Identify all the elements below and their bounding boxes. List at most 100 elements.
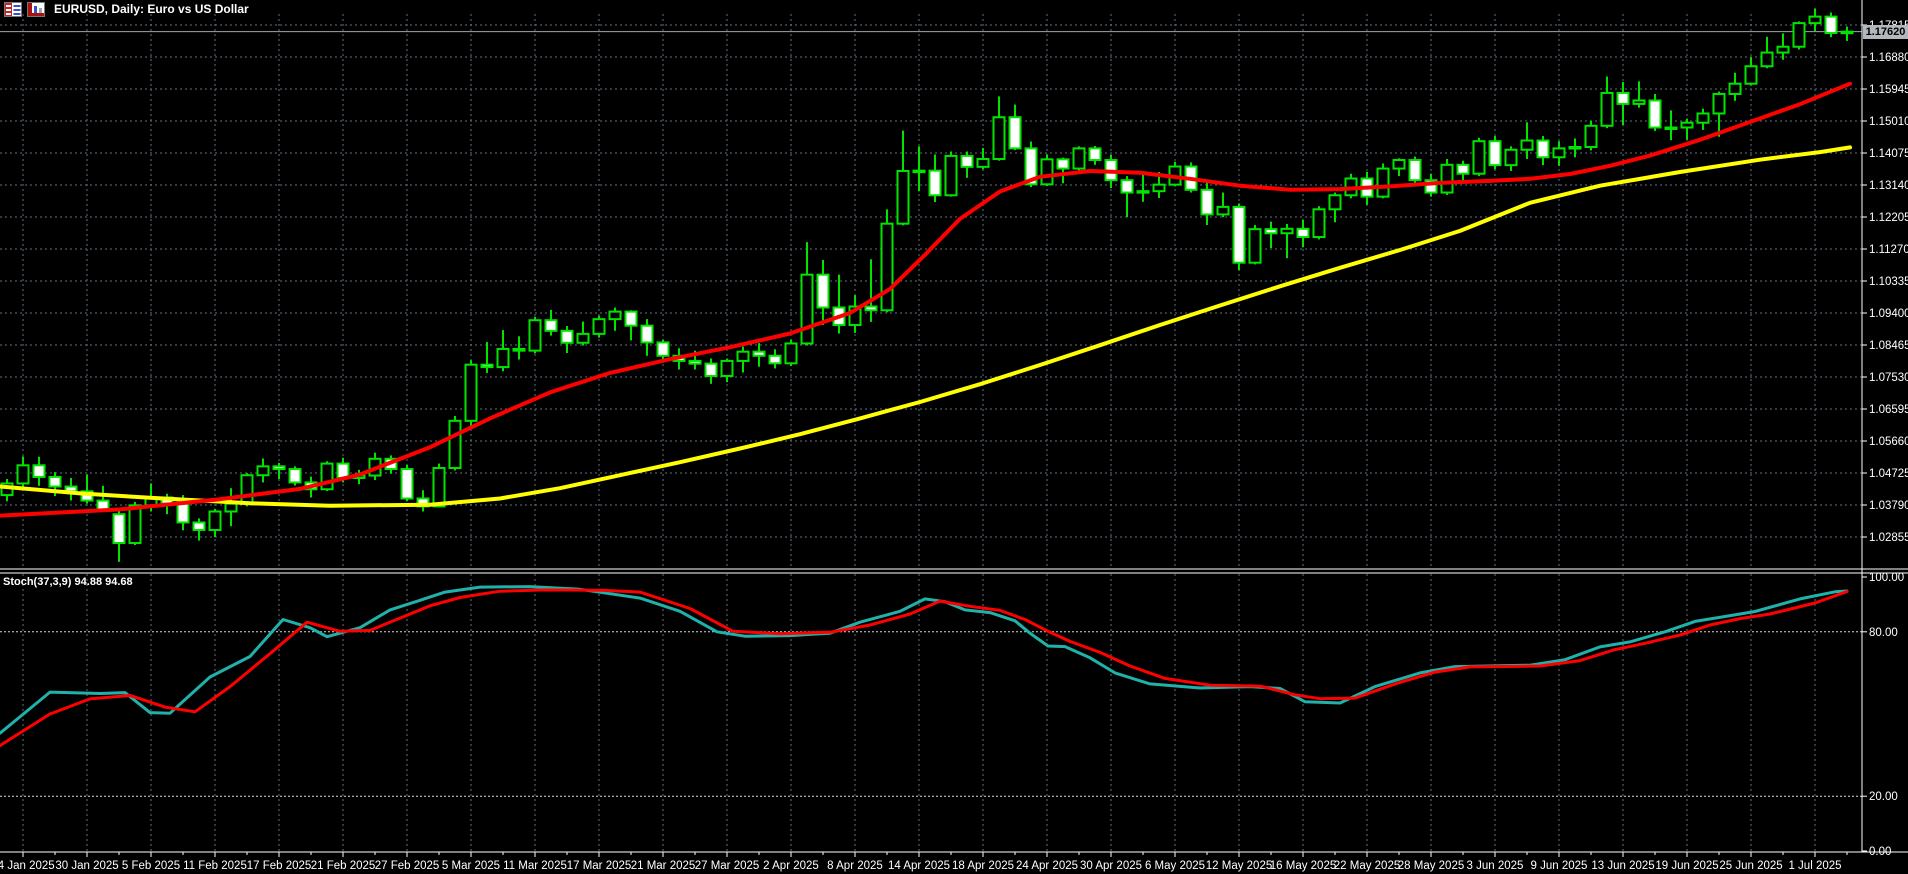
stoch-axis-label: 20.00 [1869, 791, 1898, 803]
candle-body [1074, 148, 1085, 168]
date-label: 24 Jan 2025 [0, 860, 55, 872]
stochastic-name: Stoch(37,3,9) [3, 576, 71, 588]
date-label: 30 Jan 2025 [55, 860, 118, 872]
candle-body [898, 171, 909, 224]
candle-body [1314, 209, 1325, 237]
date-label: 27 Mar 2025 [695, 860, 760, 872]
candle-body [1714, 94, 1725, 114]
candle-body [1506, 150, 1517, 165]
axes [0, 0, 1908, 852]
price-axis-label: 1.15010 [1869, 116, 1908, 128]
candle-body [322, 464, 333, 490]
candle-body [450, 421, 461, 468]
grid [0, 14, 1862, 852]
candle-body [290, 469, 301, 482]
price-axis-label: 1.08465 [1869, 340, 1908, 352]
candle-body [434, 468, 445, 506]
candle-body [34, 465, 45, 477]
candle-body [946, 156, 957, 195]
candle-body [1394, 160, 1405, 169]
price-axis-label: 1.09400 [1869, 308, 1908, 320]
stoch-signal-line [0, 590, 1847, 746]
price-axis-label: 1.06595 [1869, 404, 1908, 416]
date-label: 22 May 2025 [1334, 860, 1401, 872]
candle-body [482, 365, 493, 367]
candle-body [962, 156, 973, 167]
price-axis-label: 1.04725 [1869, 468, 1908, 480]
candle-body [18, 465, 29, 483]
date-label: 1 Jul 2025 [1788, 860, 1841, 872]
price-chart-canvas: 1.178151.168801.159451.150101.140751.131… [0, 0, 1908, 874]
price-axis-label: 1.02855 [1869, 532, 1908, 544]
candle-body [562, 331, 573, 343]
candle-body [1218, 207, 1229, 215]
candle-body [1746, 66, 1757, 83]
stochastic-label: Stoch(37,3,9) 94.88 94.68 [3, 576, 133, 588]
price-axis[interactable]: 1.178151.168801.159451.150101.140751.131… [1862, 20, 1908, 858]
candle-body [1442, 165, 1453, 193]
candle-body [1010, 117, 1021, 148]
candle-body [1154, 185, 1165, 192]
candle-body [930, 171, 941, 196]
candle-body [1058, 159, 1069, 168]
candle-body [1602, 93, 1613, 126]
candle-body [226, 504, 237, 512]
candle-body [1042, 159, 1053, 184]
candle-body [242, 475, 253, 503]
candle-body [1762, 53, 1773, 67]
candle-body [610, 312, 621, 320]
candle-body [1474, 141, 1485, 174]
candle-body [1586, 126, 1597, 147]
candle-body [1810, 17, 1821, 24]
candle-body [546, 320, 557, 331]
candle-body [914, 171, 925, 173]
stochastic-main-value: 94.88 [75, 576, 103, 588]
candle-body [1282, 229, 1293, 233]
date-label: 12 May 2025 [1206, 860, 1273, 872]
date-label: 11 Mar 2025 [503, 860, 567, 872]
date-label: 13 Jun 2025 [1591, 860, 1654, 872]
date-label: 25 Jun 2025 [1719, 860, 1782, 872]
candle-body [754, 352, 765, 356]
candle-body [1698, 113, 1709, 122]
candle-body [1090, 148, 1101, 160]
candle-body [514, 349, 525, 351]
date-label: 21 Feb 2025 [311, 860, 376, 872]
price-axis-label: 1.10335 [1869, 276, 1908, 288]
chart-title: EURUSD, Daily: Euro vs US Dollar [54, 2, 249, 16]
candle-body [210, 512, 221, 530]
date-label: 19 Jun 2025 [1655, 860, 1718, 872]
stochastic-signal-value: 94.68 [105, 576, 133, 588]
candle-body [402, 469, 413, 498]
candle-body [1458, 165, 1469, 174]
candle-body [690, 361, 701, 364]
candle-body [1250, 229, 1261, 263]
date-label: 6 May 2025 [1145, 860, 1205, 872]
candle-body [1330, 195, 1341, 209]
candle-body [178, 504, 189, 523]
candle-body [114, 514, 125, 543]
candle-body [274, 466, 285, 469]
candle-body [194, 522, 205, 530]
candle-body [1842, 32, 1853, 34]
candle-body [1730, 84, 1741, 94]
candle-body [658, 342, 669, 355]
ma-slow-line [0, 147, 1850, 505]
candle-body [882, 224, 893, 311]
candle-body [1122, 180, 1133, 192]
candle-body [1410, 160, 1421, 180]
candle-body [642, 326, 653, 343]
date-label: 16 May 2025 [1270, 860, 1337, 872]
candle-body [1682, 123, 1693, 128]
candle-body [1378, 169, 1389, 197]
candle-body [578, 334, 589, 343]
candle-body [738, 352, 749, 361]
candle-body [1522, 141, 1533, 150]
price-axis-label: 1.11270 [1869, 244, 1908, 256]
candle-body [1266, 229, 1277, 233]
time-axis[interactable]: 24 Jan 202530 Jan 20255 Feb 202511 Feb 2… [0, 852, 1847, 872]
date-label: 11 Feb 2025 [183, 860, 247, 872]
date-label: 28 May 2025 [1398, 860, 1465, 872]
candle-body [258, 466, 269, 475]
candle-body [626, 312, 637, 326]
